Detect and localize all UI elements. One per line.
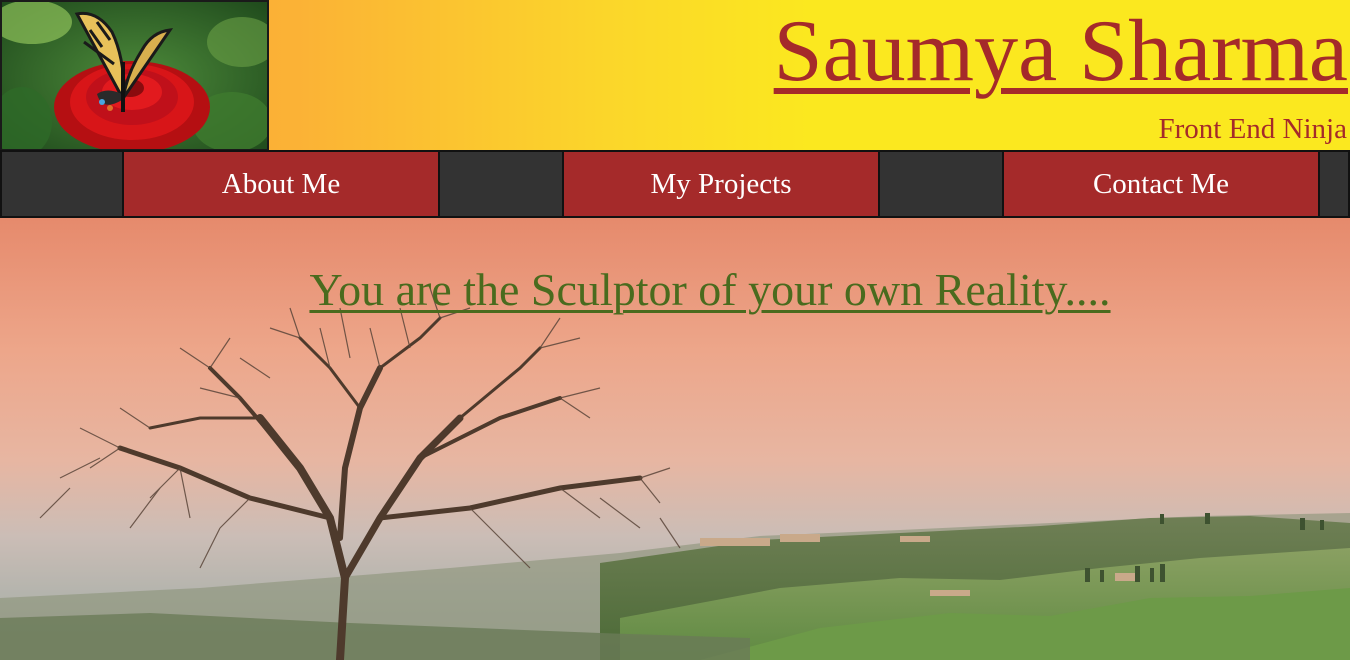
hero-section: You are the Sculptor of your own Reality… [0, 218, 1350, 660]
main-nav: About Me My Projects Contact Me [0, 150, 1350, 218]
nav-about-me[interactable]: About Me [122, 152, 440, 216]
nav-contact-me[interactable]: Contact Me [1002, 152, 1320, 216]
site-tagline: Front End Ninja [1158, 113, 1348, 145]
nav-my-projects[interactable]: My Projects [562, 152, 880, 216]
site-header: Saumya Sharma Front End Ninja [0, 0, 1350, 151]
hero-quote-link[interactable]: You are the Sculptor of your own Reality… [0, 262, 1350, 318]
butterfly-logo-image [0, 0, 269, 151]
site-title[interactable]: Saumya Sharma [774, 2, 1348, 102]
